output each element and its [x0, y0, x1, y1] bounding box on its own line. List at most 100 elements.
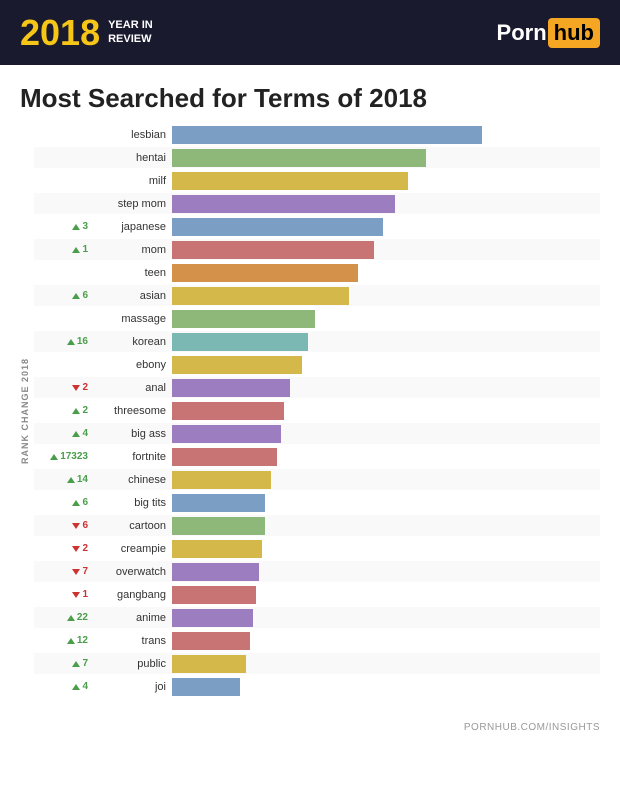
bar-container [172, 586, 600, 604]
rank-change: 12 [34, 635, 92, 646]
arrow-down-icon [72, 569, 80, 575]
bar-container [172, 540, 600, 558]
year-number: 2018 [20, 15, 100, 51]
chart-inner: lesbian hentai milf step mom3japanese1mo… [34, 124, 600, 698]
rank-change: 6 [34, 520, 92, 531]
year-badge: 2018 YEAR INREVIEW [20, 15, 153, 51]
term-label: trans [92, 635, 172, 647]
term-label: japanese [92, 221, 172, 233]
bar-row: hentai [34, 147, 600, 168]
term-label: cartoon [92, 520, 172, 532]
bar-row: 2threesome [34, 400, 600, 421]
arrow-up-icon [67, 477, 75, 483]
term-label: milf [92, 175, 172, 187]
bar-row: 7overwatch [34, 561, 600, 582]
term-label: big ass [92, 428, 172, 440]
bar-row: teen [34, 262, 600, 283]
bar [172, 540, 262, 558]
bar-container [172, 172, 600, 190]
bar-row: 14chinese [34, 469, 600, 490]
term-label: korean [92, 336, 172, 348]
rank-change [34, 313, 92, 324]
arrow-up-icon [50, 454, 58, 460]
rank-change: 2 [34, 405, 92, 416]
rank-change: 1 [34, 589, 92, 600]
bar [172, 678, 240, 696]
bar [172, 632, 250, 650]
term-label: ebony [92, 359, 172, 371]
bar-row: 16korean [34, 331, 600, 352]
term-label: public [92, 658, 172, 670]
bar-row: 3japanese [34, 216, 600, 237]
term-label: massage [92, 313, 172, 325]
term-label: lesbian [92, 129, 172, 141]
bar-row: 6asian [34, 285, 600, 306]
term-label: anime [92, 612, 172, 624]
logo-porn: Porn [497, 20, 547, 46]
bar-container [172, 609, 600, 627]
bar [172, 494, 265, 512]
rank-change [34, 359, 92, 370]
arrow-up-icon [72, 224, 80, 230]
bar-container [172, 287, 600, 305]
term-label: hentai [92, 152, 172, 164]
bar-container [172, 149, 600, 167]
bar-container [172, 333, 600, 351]
term-label: gangbang [92, 589, 172, 601]
bar-row: 4big ass [34, 423, 600, 444]
rank-change: 7 [34, 566, 92, 577]
bar [172, 333, 308, 351]
arrow-up-icon [72, 684, 80, 690]
term-label: big tits [92, 497, 172, 509]
rank-change: 3 [34, 221, 92, 232]
term-label: joi [92, 681, 172, 693]
bar-row: 22anime [34, 607, 600, 628]
rank-change: 1 [34, 244, 92, 255]
arrow-down-icon [72, 592, 80, 598]
bar-container [172, 310, 600, 328]
bar-row: 1gangbang [34, 584, 600, 605]
bar [172, 402, 284, 420]
bar-row: 6cartoon [34, 515, 600, 536]
arrow-up-icon [72, 247, 80, 253]
arrow-up-icon [67, 615, 75, 621]
bar [172, 149, 426, 167]
term-label: threesome [92, 405, 172, 417]
bar [172, 425, 281, 443]
bar-container [172, 195, 600, 213]
bar [172, 356, 302, 374]
rank-change [34, 175, 92, 186]
bar-container [172, 379, 600, 397]
bar [172, 517, 265, 535]
term-label: anal [92, 382, 172, 394]
bar [172, 310, 315, 328]
bar-row: 2creampie [34, 538, 600, 559]
term-label: step mom [92, 198, 172, 210]
rank-change: 17323 [34, 451, 92, 462]
bar-container [172, 126, 600, 144]
bar-container [172, 218, 600, 236]
bar-container [172, 494, 600, 512]
bar-row: lesbian [34, 124, 600, 145]
footer-url: PORNHUB.COM/INSIGHTS [0, 718, 620, 741]
term-label: chinese [92, 474, 172, 486]
arrow-up-icon [72, 408, 80, 414]
arrow-down-icon [72, 546, 80, 552]
bar-container [172, 448, 600, 466]
bar-container [172, 356, 600, 374]
bar-container [172, 678, 600, 696]
arrow-up-icon [72, 661, 80, 667]
term-label: teen [92, 267, 172, 279]
bar [172, 655, 246, 673]
chart-area: RANK CHANGE 2018 lesbian hentai milf ste… [0, 124, 620, 718]
bar-container [172, 655, 600, 673]
rank-change [34, 152, 92, 163]
rank-change: 4 [34, 428, 92, 439]
bar-row: 2anal [34, 377, 600, 398]
rank-change-label: RANK CHANGE 2018 [20, 358, 30, 464]
bar-row: 17323fortnite [34, 446, 600, 467]
bar [172, 287, 349, 305]
rank-change: 16 [34, 336, 92, 347]
rank-change: 7 [34, 658, 92, 669]
logo-hub: hub [548, 18, 600, 48]
